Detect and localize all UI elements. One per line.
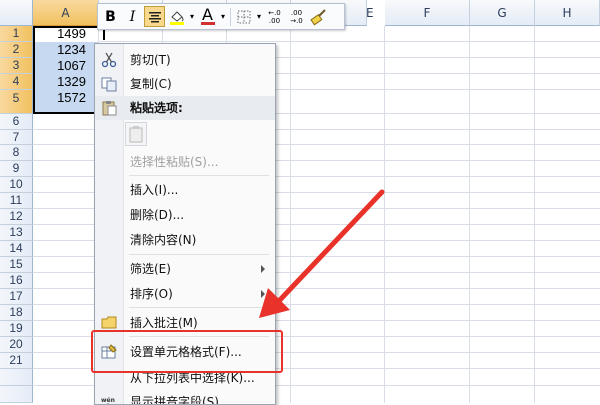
fill-color-button[interactable] bbox=[166, 6, 187, 27]
menu-item-label: 清除内容(N) bbox=[130, 233, 197, 247]
paste-option-button[interactable] bbox=[125, 122, 147, 146]
row-header[interactable] bbox=[0, 386, 33, 403]
row-header[interactable]: 16 bbox=[0, 273, 33, 289]
row-header[interactable]: 5 bbox=[0, 90, 33, 114]
cell-a4[interactable]: 1329 bbox=[33, 74, 98, 90]
row-header[interactable]: 9 bbox=[0, 161, 33, 177]
menu-item-cut[interactable]: 剪切(T) bbox=[95, 48, 275, 72]
menu-item-clear-contents[interactable]: 清除内容(N) bbox=[95, 228, 275, 252]
increase-decimal-button[interactable]: ←.0 .00 bbox=[264, 6, 285, 27]
menu-item-label: 复制(C) bbox=[130, 77, 172, 91]
highlight-box bbox=[91, 330, 283, 373]
mini-toolbar: B I ▾ A ▾ ▾ ←.0 .00 .00 →.0 bbox=[97, 3, 345, 30]
clipboard-icon bbox=[102, 101, 117, 116]
row-header[interactable]: 11 bbox=[0, 193, 33, 209]
column-header-h[interactable]: H bbox=[535, 0, 600, 26]
format-painter-icon bbox=[309, 8, 326, 25]
comment-icon bbox=[101, 316, 117, 329]
align-center-icon bbox=[148, 11, 161, 22]
row-header[interactable]: 10 bbox=[0, 177, 33, 193]
row-header[interactable]: 6 bbox=[0, 114, 33, 130]
align-center-button[interactable] bbox=[144, 6, 165, 27]
column-header-a[interactable]: A bbox=[33, 0, 99, 26]
submenu-arrow-icon bbox=[261, 290, 265, 298]
select-all-corner[interactable] bbox=[0, 0, 33, 26]
menu-item-paste-options: 粘贴选项: bbox=[95, 96, 275, 120]
row-header[interactable]: 15 bbox=[0, 257, 33, 273]
row-header[interactable]: 8 bbox=[0, 145, 33, 161]
row-header[interactable]: 2 bbox=[0, 42, 33, 58]
cell-a1[interactable]: 1499 bbox=[33, 26, 98, 42]
borders-icon bbox=[237, 10, 250, 23]
paste-icon bbox=[129, 126, 143, 143]
row-header[interactable]: 20 bbox=[0, 337, 33, 353]
italic-button[interactable]: I bbox=[122, 6, 143, 27]
menu-item-delete[interactable]: 删除(D)... bbox=[95, 203, 275, 227]
row-header[interactable]: 17 bbox=[0, 289, 33, 305]
borders-dropdown[interactable]: ▾ bbox=[255, 6, 263, 27]
font-color-button[interactable]: A bbox=[197, 6, 218, 27]
menu-item-paste-special[interactable]: 选择性粘贴(S)... bbox=[95, 150, 275, 174]
cell-a3[interactable]: 1067 bbox=[33, 58, 98, 74]
row-header[interactable]: 13 bbox=[0, 225, 33, 241]
submenu-arrow-icon bbox=[261, 265, 265, 273]
copy-icon bbox=[101, 77, 117, 92]
row-header[interactable]: 7 bbox=[0, 130, 33, 145]
menu-item-label: 剪切(T) bbox=[130, 53, 171, 67]
decrease-decimal-button[interactable]: .00 →.0 bbox=[286, 6, 307, 27]
format-painter-button[interactable] bbox=[308, 6, 329, 27]
column-header-g[interactable]: G bbox=[470, 0, 535, 26]
menu-item-sort[interactable]: 排序(O) bbox=[95, 282, 275, 306]
font-color-letter: A bbox=[202, 5, 213, 24]
row-header[interactable]: 1 bbox=[0, 26, 33, 42]
row-header[interactable]: 4 bbox=[0, 74, 33, 90]
menu-item-insert[interactable]: 插入(I)... bbox=[95, 178, 275, 202]
column-header-f[interactable]: F bbox=[385, 0, 470, 26]
phonetic-icon: wén 文 bbox=[101, 397, 115, 404]
menu-item-label: 选择性粘贴(S)... bbox=[130, 155, 219, 169]
menu-item-label: 删除(D)... bbox=[130, 208, 185, 222]
row-header[interactable] bbox=[0, 369, 33, 386]
menu-item-label: 粘贴选项: bbox=[130, 101, 183, 115]
fill-color-dropdown[interactable]: ▾ bbox=[188, 6, 196, 27]
font-color-swatch bbox=[200, 22, 215, 25]
cell-a2[interactable]: 1234 bbox=[33, 42, 98, 58]
row-header[interactable]: 3 bbox=[0, 58, 33, 74]
row-header[interactable]: 14 bbox=[0, 241, 33, 257]
menu-item-label: 排序(O) bbox=[130, 287, 173, 301]
menu-item-copy[interactable]: 复制(C) bbox=[95, 72, 275, 96]
row-header[interactable]: 18 bbox=[0, 305, 33, 321]
menu-item-label: 插入(I)... bbox=[130, 183, 179, 197]
cell-a5[interactable]: 1572 bbox=[33, 90, 98, 114]
font-color-dropdown[interactable]: ▾ bbox=[219, 6, 227, 27]
row-header[interactable]: 21 bbox=[0, 353, 33, 369]
menu-item-filter[interactable]: 筛选(E) bbox=[95, 257, 275, 281]
row-header[interactable]: 19 bbox=[0, 321, 33, 337]
row-header[interactable]: 12 bbox=[0, 209, 33, 225]
borders-button[interactable] bbox=[233, 6, 254, 27]
menu-item-label: 筛选(E) bbox=[130, 262, 171, 276]
scissors-icon bbox=[101, 52, 117, 68]
paint-bucket-icon bbox=[169, 10, 184, 25]
spreadsheet-grid[interactable]: A B C D E F G H 1 2 3 4 5 6 7 8 9 10 11 … bbox=[0, 0, 600, 403]
bold-button[interactable]: B bbox=[100, 6, 121, 27]
